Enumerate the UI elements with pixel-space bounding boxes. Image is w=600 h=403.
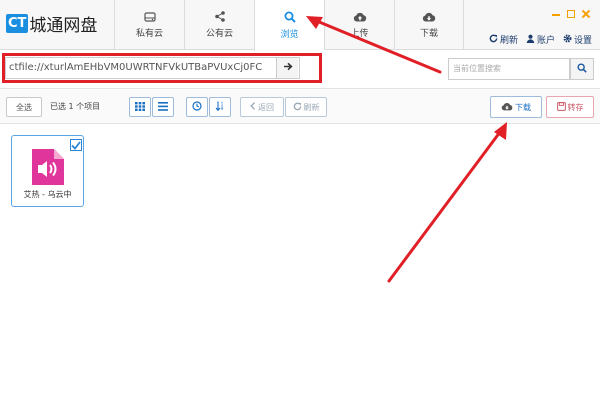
save-label: 转存	[567, 102, 584, 112]
tab-label: 私有云	[135, 28, 163, 39]
audio-file-icon	[30, 147, 66, 190]
refresh-button[interactable]: 刷新	[285, 97, 327, 117]
refresh-label: 刷新	[303, 102, 320, 112]
search-icon	[577, 62, 587, 76]
svg-text:9: 9	[221, 106, 224, 111]
logo-text: 城通网盘	[29, 16, 98, 36]
tab-label: 公有云	[205, 29, 233, 39]
select-all-label: 全选	[16, 102, 32, 112]
tab-public-cloud[interactable]: 公有云	[184, 0, 254, 50]
tab-label: 下载	[419, 28, 438, 39]
tab-private-cloud[interactable]: 私有云	[114, 0, 184, 50]
sort-time-button[interactable]	[186, 97, 208, 117]
refresh-label: 刷新	[499, 36, 518, 46]
file-toolbar: 全选 已选 1 个项目 19 返回 刷新 下载 转存	[0, 88, 600, 124]
maximize-icon[interactable]	[567, 10, 575, 18]
grid-view-button[interactable]	[129, 97, 151, 117]
selected-count: 已选 1 个项目	[50, 102, 101, 111]
search-icon	[284, 11, 296, 23]
account-link[interactable]: 账户	[526, 33, 555, 46]
account-label: 账户	[536, 36, 555, 46]
refresh-icon	[293, 102, 302, 113]
title-bar: CT 城通网盘 私有云 公有云 浏览 上传 下载 刷新 账户 设置	[0, 0, 600, 51]
tab-download[interactable]: 下载	[394, 0, 464, 50]
sort-icon: 19	[215, 101, 225, 113]
save-to-cloud-button[interactable]: 转存	[546, 96, 594, 118]
annotation-box	[2, 53, 322, 83]
clock-icon	[192, 101, 202, 113]
logo-badge: CT	[6, 14, 29, 33]
minimize-icon[interactable]	[552, 10, 560, 16]
user-icon	[526, 34, 535, 46]
sort-name-button[interactable]: 19	[209, 97, 231, 117]
refresh-icon	[489, 34, 498, 46]
select-all-button[interactable]: 全选	[6, 97, 42, 117]
cloud-upload-icon	[353, 12, 367, 22]
chevron-left-icon	[250, 102, 256, 112]
location-search-input[interactable]: 当前位置搜索	[448, 58, 570, 80]
tab-label: 浏览	[280, 30, 299, 40]
file-checkbox[interactable]	[70, 139, 82, 151]
account-bar: 刷新 账户 设置	[489, 33, 592, 46]
cloud-download-icon	[422, 12, 436, 22]
window-controls	[552, 10, 590, 18]
refresh-link[interactable]: 刷新	[489, 33, 518, 46]
back-label: 返回	[258, 102, 274, 112]
settings-label: 设置	[573, 36, 592, 46]
app-logo: CT 城通网盘	[6, 11, 97, 36]
search-button[interactable]	[570, 58, 594, 80]
download-button[interactable]: 下载	[490, 96, 542, 118]
file-item[interactable]: 艾热 - 乌云中	[11, 135, 84, 207]
settings-link[interactable]: 设置	[563, 33, 592, 46]
gear-icon	[563, 34, 572, 46]
list-icon	[158, 101, 168, 113]
main-tabs: 私有云 公有云 浏览 上传 下载	[114, 0, 464, 51]
save-icon	[556, 101, 566, 113]
drive-icon	[143, 11, 156, 22]
list-view-button[interactable]	[152, 97, 174, 117]
tab-label: 上传	[350, 28, 369, 39]
grid-icon	[135, 101, 145, 113]
tab-browse[interactable]: 浏览	[254, 0, 324, 51]
download-label: 下载	[515, 102, 531, 112]
back-button[interactable]: 返回	[240, 97, 284, 117]
close-icon[interactable]	[582, 10, 590, 18]
share-icon	[214, 11, 226, 22]
tab-upload[interactable]: 上传	[324, 0, 394, 50]
cloud-download-icon	[501, 102, 513, 113]
file-name: 艾热 - 乌云中	[23, 190, 72, 199]
